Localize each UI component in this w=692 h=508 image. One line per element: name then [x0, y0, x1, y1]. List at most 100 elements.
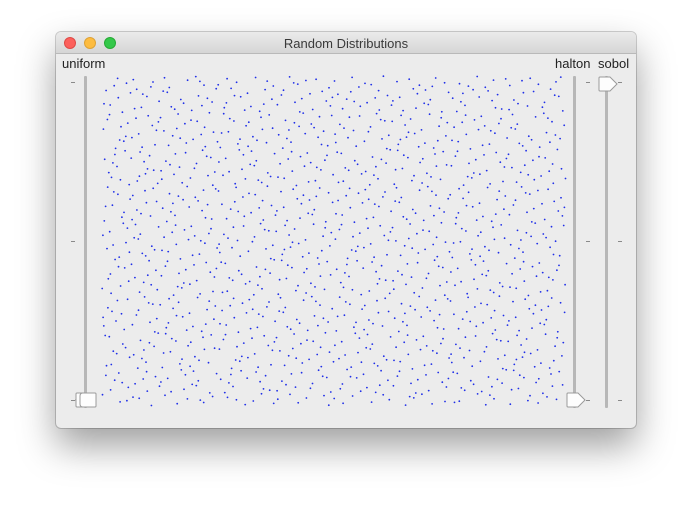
sample-point — [327, 321, 329, 323]
sample-point — [369, 243, 372, 245]
sample-point — [109, 104, 112, 106]
sample-point — [254, 76, 257, 79]
sample-point — [183, 229, 186, 231]
sample-point — [442, 150, 445, 153]
sample-point — [186, 79, 189, 82]
sample-point — [321, 375, 324, 378]
sample-point — [116, 299, 119, 302]
sample-point — [527, 135, 530, 138]
sample-point — [500, 108, 503, 110]
sample-point — [357, 192, 360, 195]
sample-point — [436, 352, 438, 355]
sample-point — [369, 348, 372, 350]
sample-point — [559, 301, 562, 304]
sample-point — [305, 292, 307, 294]
sample-point — [229, 304, 232, 307]
sample-point — [271, 127, 274, 130]
sample-point — [174, 214, 176, 217]
sample-point — [440, 221, 443, 224]
sample-point — [508, 108, 510, 111]
sample-point — [510, 388, 513, 391]
sample-point — [218, 243, 220, 246]
sample-point — [374, 391, 377, 394]
sample-point — [534, 222, 537, 225]
sample-point — [236, 239, 239, 242]
sample-point — [435, 194, 437, 196]
sample-point — [168, 297, 170, 300]
sample-point — [351, 76, 353, 79]
sample-point — [404, 312, 406, 315]
sample-point — [420, 129, 423, 131]
sample-point — [559, 76, 562, 78]
sample-point — [421, 182, 423, 184]
sample-point — [119, 285, 122, 287]
sample-point — [326, 144, 329, 147]
sample-point — [144, 189, 146, 192]
sample-point — [268, 301, 270, 303]
sample-point — [295, 184, 298, 187]
sample-point — [137, 309, 140, 312]
sample-point — [120, 125, 122, 128]
sample-point — [327, 191, 330, 194]
sample-point — [519, 268, 522, 270]
sample-point — [463, 389, 466, 392]
uniform-slider[interactable] — [71, 76, 97, 408]
sample-point — [509, 286, 511, 288]
sample-point — [173, 173, 175, 176]
sample-point — [543, 101, 546, 104]
sample-point — [504, 78, 507, 80]
sample-point — [315, 166, 318, 169]
sobol-slider-knob[interactable] — [598, 76, 620, 92]
sample-point — [251, 240, 254, 243]
sample-point — [244, 403, 247, 406]
sample-point — [494, 106, 497, 109]
sample-point — [131, 136, 133, 139]
sample-point — [466, 175, 469, 178]
sample-point — [309, 161, 312, 164]
sample-point — [358, 115, 361, 117]
sample-point — [106, 118, 109, 121]
sample-point — [235, 186, 238, 189]
sample-point — [124, 149, 126, 152]
sample-point — [431, 190, 433, 193]
sample-point — [297, 284, 299, 287]
sample-point — [249, 163, 252, 166]
sample-point — [429, 98, 432, 101]
halton-slider[interactable] — [566, 76, 590, 408]
sample-point — [516, 123, 519, 125]
sample-point — [133, 107, 136, 110]
sample-point — [311, 213, 314, 216]
sample-point — [340, 223, 343, 226]
sample-point — [414, 308, 416, 311]
sample-point — [541, 106, 544, 109]
sample-point — [105, 89, 107, 92]
uniform-slider-knob[interactable] — [75, 392, 97, 408]
sample-point — [227, 237, 229, 240]
sample-point — [378, 278, 381, 280]
sample-point — [450, 271, 452, 273]
sample-point — [363, 246, 365, 249]
sample-point — [131, 323, 134, 326]
sample-point — [113, 379, 116, 382]
sample-point — [393, 317, 396, 320]
sample-point — [450, 353, 452, 355]
sample-point — [259, 275, 261, 278]
sobol-slider[interactable] — [598, 76, 622, 408]
sample-point — [509, 243, 512, 246]
sample-point — [332, 360, 335, 363]
sample-point — [462, 197, 464, 200]
sample-point — [175, 243, 178, 246]
sample-point — [546, 289, 549, 292]
sample-point — [227, 130, 230, 133]
sample-point — [462, 92, 464, 95]
sample-point — [365, 217, 368, 220]
halton-slider-knob[interactable] — [566, 392, 588, 408]
sample-point — [248, 298, 251, 301]
sample-point — [452, 371, 455, 374]
sample-point — [314, 286, 316, 288]
sample-point — [168, 192, 171, 195]
sample-point — [486, 186, 489, 189]
sample-point — [291, 170, 294, 172]
sample-point — [482, 215, 484, 218]
sample-point — [157, 121, 160, 123]
